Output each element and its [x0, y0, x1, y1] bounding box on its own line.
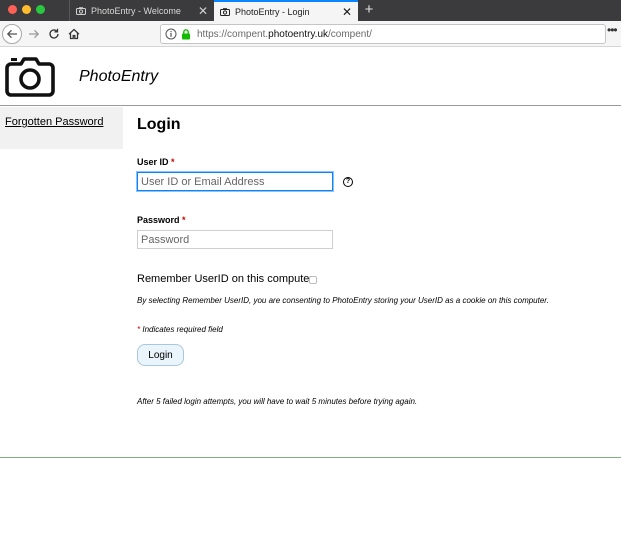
password-label: Password * — [137, 215, 186, 225]
new-tab-button[interactable]: + — [360, 0, 378, 21]
remember-userid-checkbox[interactable] — [309, 276, 317, 284]
page-title: Login — [137, 116, 181, 133]
window-minimize-button[interactable] — [22, 5, 31, 14]
userid-input[interactable] — [137, 172, 333, 191]
password-input[interactable] — [137, 230, 333, 249]
url-protocol: https://compent. — [197, 28, 269, 40]
required-marker: * — [137, 325, 141, 334]
lock-icon — [181, 28, 191, 40]
forward-arrow-icon[interactable] — [26, 25, 42, 43]
lockout-note: After 5 failed login attempts, you will … — [137, 397, 418, 406]
address-bar[interactable]: https://compent.photoentry.uk/compent/ — [160, 24, 606, 44]
camera-favicon-icon — [220, 7, 230, 16]
consent-note: By selecting Remember UserID, you are co… — [137, 296, 549, 305]
site-title: PhotoEntry — [79, 68, 159, 85]
url-text: https://compent.photoentry.uk/compent/ — [197, 29, 372, 40]
password-label-text: Password — [137, 215, 180, 225]
url-path: /compent/ — [328, 28, 372, 40]
tab-login[interactable]: PhotoEntry - Login ✕ — [214, 0, 358, 21]
userid-label-text: User ID — [137, 157, 169, 167]
login-button[interactable]: Login — [137, 344, 184, 366]
required-marker: * — [182, 215, 186, 225]
required-marker: * — [171, 157, 175, 167]
reload-icon[interactable] — [46, 25, 62, 43]
more-menu-icon[interactable]: ••• — [607, 24, 619, 39]
footer-divider — [0, 457, 621, 458]
url-host: photoentry.uk — [268, 28, 329, 40]
tab-title: PhotoEntry - Welcome — [91, 5, 181, 16]
required-field-note-text: Indicates required field — [142, 325, 223, 334]
back-arrow-icon[interactable] — [2, 24, 22, 44]
sidebar: Forgotten Password — [0, 107, 123, 149]
site-header: PhotoEntry — [0, 48, 621, 106]
tab-welcome[interactable]: PhotoEntry - Welcome ✕ — [69, 0, 214, 21]
browser-toolbar: https://compent.photoentry.uk/compent/ •… — [0, 21, 621, 47]
camera-logo-icon — [5, 57, 55, 97]
close-icon[interactable]: ✕ — [340, 6, 354, 18]
forgotten-password-link[interactable]: Forgotten Password — [5, 116, 103, 128]
browser-tab-bar: PhotoEntry - Welcome ✕ PhotoEntry - Logi… — [0, 0, 621, 21]
window-close-button[interactable] — [8, 5, 17, 14]
tab-title: PhotoEntry - Login — [235, 6, 310, 17]
close-icon[interactable]: ✕ — [196, 5, 210, 17]
camera-favicon-icon — [76, 6, 86, 15]
help-icon[interactable]: ? — [343, 177, 353, 187]
window-zoom-button[interactable] — [36, 5, 45, 14]
remember-userid-label: Remember UserID on this computer — [137, 273, 314, 285]
userid-label: User ID * — [137, 157, 175, 167]
required-field-note: * Indicates required field — [137, 325, 223, 334]
home-icon[interactable] — [66, 25, 82, 43]
info-icon[interactable] — [165, 28, 177, 40]
